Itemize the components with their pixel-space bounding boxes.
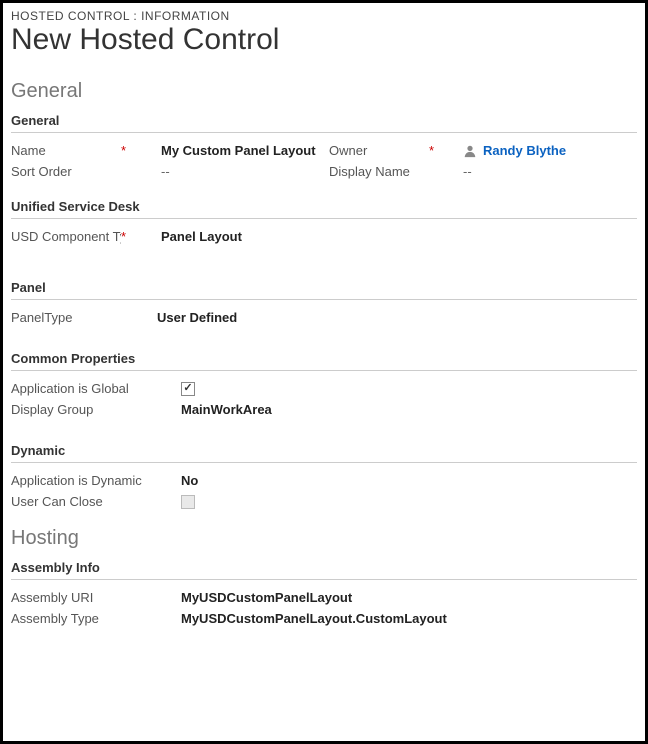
field-app-global[interactable]: Application is Global xyxy=(11,381,637,396)
subsection-general: General Name * My Custom Panel Layout Ow… xyxy=(11,113,637,179)
field-assembly-type[interactable]: Assembly Type MyUSDCustomPanelLayout.Cus… xyxy=(11,611,637,626)
subsection-assembly: Assembly Info Assembly URI MyUSDCustomPa… xyxy=(11,560,637,626)
owner-link[interactable]: Randy Blythe xyxy=(483,143,566,158)
usd-component-label: USD Component Type xyxy=(11,229,121,244)
assembly-uri-label: Assembly URI xyxy=(11,590,181,605)
subsection-dynamic: Dynamic Application is Dynamic No User C… xyxy=(11,443,637,509)
field-user-can-close[interactable]: User Can Close xyxy=(11,494,637,509)
sort-order-label: Sort Order xyxy=(11,164,121,179)
field-display-group[interactable]: Display Group MainWorkArea xyxy=(11,402,637,417)
field-name[interactable]: Name * My Custom Panel Layout xyxy=(11,143,319,158)
section-hosting-title: Hosting xyxy=(11,527,637,550)
subsection-usd: Unified Service Desk USD Component Type … xyxy=(11,189,637,244)
form-frame: HOSTED CONTROL : INFORMATION New Hosted … xyxy=(0,0,648,744)
assembly-type-value: MyUSDCustomPanelLayout.CustomLayout xyxy=(181,611,447,626)
person-icon xyxy=(463,144,477,158)
app-dynamic-label: Application is Dynamic xyxy=(11,473,181,488)
name-value: My Custom Panel Layout xyxy=(161,143,316,158)
row-name-owner: Name * My Custom Panel Layout Owner * R xyxy=(11,143,637,158)
subsection-common: Common Properties Application is Global … xyxy=(11,351,637,417)
required-marker: * xyxy=(121,143,133,158)
panel-type-label: PanelType xyxy=(11,310,157,325)
required-marker: * xyxy=(429,143,441,158)
sort-order-value: -- xyxy=(161,164,170,179)
subsection-dynamic-title: Dynamic xyxy=(11,443,637,463)
display-group-value: MainWorkArea xyxy=(181,402,272,417)
user-close-label: User Can Close xyxy=(11,494,181,509)
subsection-panel: Panel PanelType User Defined xyxy=(11,280,637,325)
subsection-common-title: Common Properties xyxy=(11,351,637,371)
assembly-type-label: Assembly Type xyxy=(11,611,181,626)
field-sort-order[interactable]: Sort Order -- xyxy=(11,164,319,179)
app-global-checkbox[interactable] xyxy=(181,382,195,396)
panel-type-value: User Defined xyxy=(157,310,237,325)
field-display-name[interactable]: Display Name -- xyxy=(319,164,637,179)
owner-label: Owner xyxy=(329,143,429,158)
field-owner[interactable]: Owner * Randy Blythe xyxy=(319,143,637,158)
name-label: Name xyxy=(11,143,121,158)
subsection-assembly-title: Assembly Info xyxy=(11,560,637,580)
field-panel-type[interactable]: PanelType User Defined xyxy=(11,310,637,325)
field-assembly-uri[interactable]: Assembly URI MyUSDCustomPanelLayout xyxy=(11,590,637,605)
section-general-title: General xyxy=(11,80,637,103)
display-name-value: -- xyxy=(463,164,472,179)
required-marker: * xyxy=(121,229,133,244)
display-group-label: Display Group xyxy=(11,402,181,417)
assembly-uri-value: MyUSDCustomPanelLayout xyxy=(181,590,352,605)
user-close-checkbox[interactable] xyxy=(181,495,195,509)
field-app-dynamic[interactable]: Application is Dynamic No xyxy=(11,473,637,488)
app-global-label: Application is Global xyxy=(11,381,181,396)
usd-component-value: Panel Layout xyxy=(161,229,242,244)
subsection-general-title: General xyxy=(11,113,637,133)
row-sortorder-displayname: Sort Order -- Display Name -- xyxy=(11,164,637,179)
app-dynamic-value: No xyxy=(181,473,198,488)
subsection-usd-title: Unified Service Desk xyxy=(11,199,637,219)
breadcrumb: HOSTED CONTROL : INFORMATION xyxy=(11,9,637,23)
subsection-panel-title: Panel xyxy=(11,280,637,300)
display-name-label: Display Name xyxy=(329,164,429,179)
field-usd-component[interactable]: USD Component Type * Panel Layout xyxy=(11,229,637,244)
page-title: New Hosted Control xyxy=(11,23,637,56)
